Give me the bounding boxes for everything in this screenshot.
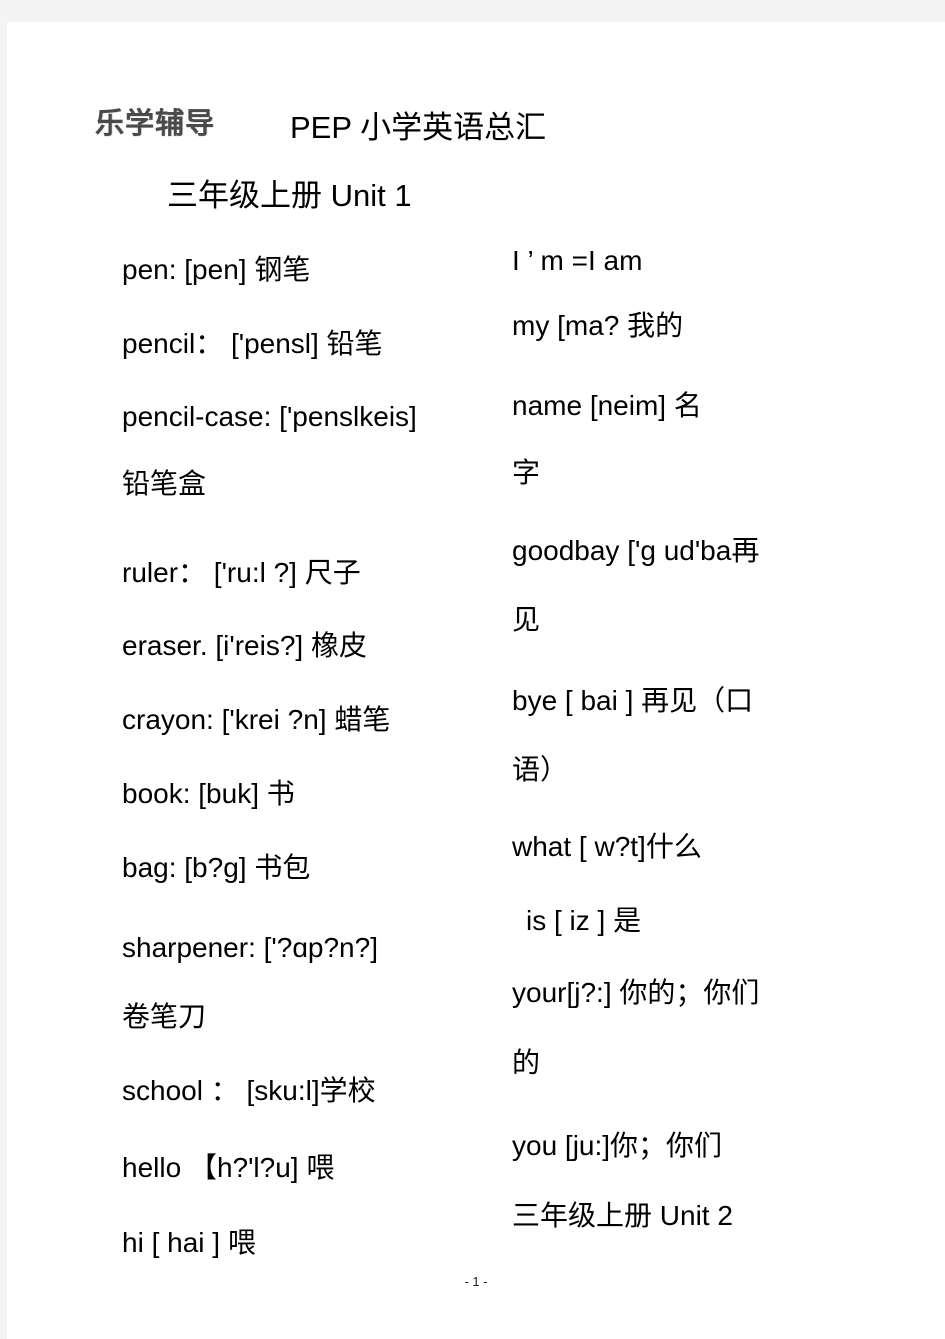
vocabulary-entry-right-line: your[j?:] 你的；你们 bbox=[512, 977, 760, 1008]
vocabulary-entry-left-line: pen: [pen] 钢笔 bbox=[122, 254, 311, 285]
vocabulary-entry-left-line: eraser. [i'reis?] 橡皮 bbox=[122, 630, 367, 661]
vocabulary-entry-left-line: hello 【h?'l?u] 喂 bbox=[122, 1152, 335, 1183]
vocabulary-entry-right-line: is [ iz ] 是 bbox=[526, 905, 642, 936]
vocabulary-entry-right-line: 的 bbox=[512, 1047, 541, 1078]
vocabulary-entry-right-line: name [neim] 名 bbox=[512, 390, 702, 421]
vocabulary-entry-left-line: sharpener: ['?ɑp?n?] bbox=[122, 932, 378, 963]
vocabulary-entry-left-line: school ： [sku:l]学校 bbox=[122, 1075, 376, 1106]
vocabulary-entry-left-line: crayon: ['krei ?n] 蜡笔 bbox=[122, 704, 391, 735]
vocabulary-entry-right-line: 三年级上册 Unit 2 bbox=[512, 1200, 733, 1231]
vocabulary-entry-right-line: you [ju:]你；你们 bbox=[512, 1130, 723, 1161]
vocabulary-entry-right-line: I ’ m =I am bbox=[512, 245, 643, 276]
vocabulary-entry-left-line: pencil-case: ['penslkeis] bbox=[122, 401, 417, 432]
page-number-footer: - 1 - bbox=[464, 1274, 488, 1289]
document-page: 乐学辅导 PEP 小学英语总汇 三年级上册 Unit 1 pen: [pen] … bbox=[7, 22, 945, 1339]
vocabulary-entry-left-line: ruler： ['ru:l ?] 尺子 bbox=[122, 557, 361, 588]
vocabulary-entry-right-line: bye [ bai ] 再见（口 bbox=[512, 685, 754, 716]
vocabulary-entry-left-line: 铅笔盒 bbox=[122, 468, 207, 499]
vocabulary-entry-right-line: 语） bbox=[512, 754, 569, 785]
vocabulary-entry-left-line: 卷笔刀 bbox=[122, 1001, 207, 1032]
vocabulary-entry-left-line: book: [buk] 书 bbox=[122, 778, 295, 809]
page-title: PEP 小学英语总汇 bbox=[290, 110, 547, 145]
vocabulary-entry-left-line: pencil： ['pensl] 铅笔 bbox=[122, 328, 383, 359]
vocabulary-entry-right-line: 字 bbox=[512, 457, 541, 488]
vocabulary-entry-right-line: what [ w?t]什么 bbox=[512, 831, 702, 862]
vocabulary-entry-left-line: bag: [b?g] 书包 bbox=[122, 852, 311, 883]
unit-heading: 三年级上册 Unit 1 bbox=[167, 178, 412, 213]
vocabulary-entry-right-line: 见 bbox=[512, 604, 541, 635]
vocabulary-entry-left-line: hi [ hai ] 喂 bbox=[122, 1227, 256, 1258]
vocabulary-entry-right-line: my [ma? 我的 bbox=[512, 310, 684, 341]
vocabulary-entry-right-line: goodbay ['ɡ ud'ba再 bbox=[512, 535, 760, 566]
watermark-logo-text: 乐学辅导 bbox=[95, 108, 216, 140]
